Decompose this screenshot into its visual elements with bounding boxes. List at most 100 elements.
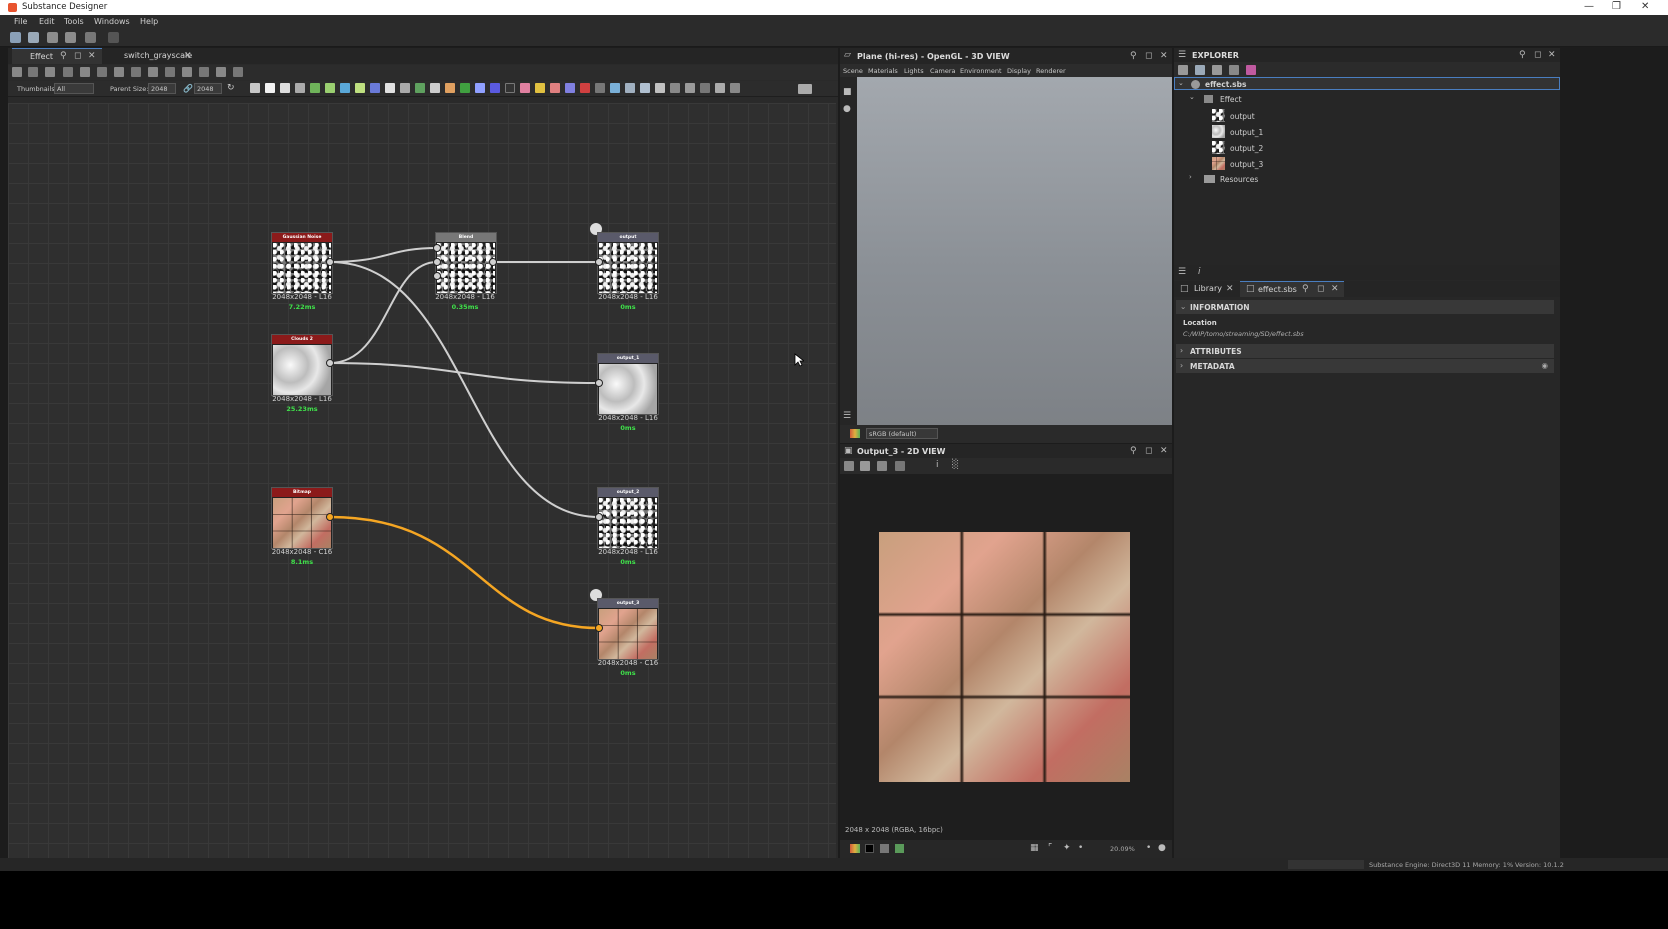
move-icon[interactable] xyxy=(28,67,38,77)
restore-icon[interactable]: ❐ xyxy=(1612,1,1621,12)
section-metadata[interactable]: › METADATA ◉ xyxy=(1176,359,1554,373)
tree-package-row[interactable]: ⌄ effect.sbs xyxy=(1174,77,1560,90)
grid-toggle-icon[interactable]: ▦ xyxy=(1030,843,1039,853)
link-icon[interactable] xyxy=(148,67,158,77)
directional-icon[interactable] xyxy=(595,83,605,93)
chevron-down-icon[interactable]: ⌄ xyxy=(1189,93,1195,101)
thumbnails-select[interactable]: All xyxy=(54,83,94,94)
input-port[interactable] xyxy=(433,272,441,280)
tree-output-row[interactable]: output xyxy=(1174,108,1560,123)
fit-icon[interactable] xyxy=(216,67,226,77)
blend-icon[interactable] xyxy=(295,83,305,93)
align-icon[interactable] xyxy=(97,67,107,77)
menu-edit[interactable]: Edit xyxy=(39,17,55,26)
histogram-icon[interactable]: ░ xyxy=(952,460,959,470)
blur-icon[interactable] xyxy=(445,83,455,93)
tiling-icon[interactable] xyxy=(895,461,905,471)
warp-icon[interactable] xyxy=(460,83,470,93)
pin-icon[interactable]: ⚲ xyxy=(1130,446,1137,456)
3d-viewport[interactable] xyxy=(857,77,1172,425)
save-image-icon[interactable] xyxy=(860,461,870,471)
switch-node-icon[interactable] xyxy=(655,83,665,93)
node-gaussian-noise[interactable]: Gaussian Noise xyxy=(271,232,333,294)
tab-close-icon[interactable]: ✕ xyxy=(1331,284,1339,294)
zoom-level[interactable]: 20.09% xyxy=(1110,845,1135,853)
fxmap-icon[interactable] xyxy=(490,83,500,93)
menu-camera[interactable]: Camera xyxy=(930,67,956,75)
redo-icon[interactable] xyxy=(108,32,119,43)
copy-icon[interactable] xyxy=(877,461,887,471)
minimize-icon[interactable]: — xyxy=(1584,1,1594,12)
export-icon[interactable] xyxy=(1212,65,1222,75)
uv-icon[interactable]: ⌜ xyxy=(1048,843,1052,853)
open-icon[interactable] xyxy=(47,32,58,43)
chevron-right-icon[interactable]: › xyxy=(1189,173,1192,181)
channels-icon[interactable] xyxy=(895,844,904,853)
transform-icon[interactable] xyxy=(340,83,350,93)
colorspace-select[interactable]: sRGB (default) xyxy=(866,428,938,439)
node-output[interactable]: output xyxy=(597,232,659,294)
input-port[interactable] xyxy=(433,244,441,252)
add-metadata-icon[interactable]: ◉ xyxy=(1541,361,1548,370)
emboss-icon[interactable] xyxy=(475,83,485,93)
dot-node-icon[interactable] xyxy=(715,83,725,93)
pin-icon[interactable]: ⚲ xyxy=(1302,284,1309,294)
svg-icon[interactable] xyxy=(280,83,290,93)
output-node-icon[interactable] xyxy=(610,83,620,93)
float-icon[interactable]: ◻ xyxy=(74,51,81,61)
add-resource-icon[interactable] xyxy=(1246,65,1256,75)
zoom-out-icon[interactable]: • xyxy=(1078,843,1083,853)
background-gray-icon[interactable] xyxy=(880,844,889,853)
wire-gaussian-blend[interactable] xyxy=(329,247,438,263)
value-node-icon[interactable] xyxy=(640,83,650,93)
input-node-icon[interactable] xyxy=(625,83,635,93)
background-black-icon[interactable] xyxy=(865,844,874,853)
tab-close-icon[interactable]: ✕ xyxy=(184,51,192,61)
node-clouds-2[interactable]: Clouds 2 xyxy=(271,334,333,396)
chevron-down-icon[interactable]: ⌄ xyxy=(1178,79,1184,87)
info-icon[interactable] xyxy=(63,67,73,77)
output-port[interactable] xyxy=(326,359,334,367)
new-graph-icon[interactable] xyxy=(28,32,39,43)
table-icon[interactable] xyxy=(131,67,141,77)
graph-canvas[interactable]: Gaussian Noise 2048x2048 - L16 7.22ms Cl… xyxy=(8,103,836,910)
node-blend[interactable]: Blend xyxy=(435,232,497,294)
node-output-2[interactable]: output_2 xyxy=(597,487,659,549)
snapshot-icon[interactable] xyxy=(45,67,55,77)
curve-icon[interactable] xyxy=(310,83,320,93)
input-port[interactable] xyxy=(595,624,603,632)
float-icon[interactable]: ◻ xyxy=(1534,50,1541,60)
levels-icon[interactable] xyxy=(325,83,335,93)
output-port[interactable] xyxy=(326,513,334,521)
pin-icon[interactable]: ⚲ xyxy=(1519,50,1526,60)
tree-output-row[interactable]: output_3 xyxy=(1174,156,1560,171)
pan-icon[interactable]: ✦ xyxy=(1063,843,1071,853)
menu-display[interactable]: Display xyxy=(1007,67,1031,75)
float-icon[interactable]: ◻ xyxy=(1317,284,1324,294)
hierarchy-icon[interactable]: ☰ xyxy=(1178,267,1186,277)
menu-windows[interactable]: Windows xyxy=(94,17,130,26)
zoom-icon[interactable] xyxy=(80,67,90,77)
shape-icon[interactable] xyxy=(535,83,545,93)
settings-icon[interactable]: ☰ xyxy=(843,411,851,421)
tree-output-row[interactable]: output_1 xyxy=(1174,124,1560,139)
reload-icon[interactable] xyxy=(1229,65,1239,75)
fit-view-icon[interactable] xyxy=(844,461,854,471)
pin-icon[interactable]: ⚲ xyxy=(60,51,67,61)
float-icon[interactable]: ◻ xyxy=(1145,446,1152,456)
tile-icon[interactable] xyxy=(565,83,575,93)
pin-icon[interactable]: ⚲ xyxy=(1130,51,1137,61)
tree-graph-row[interactable]: ⌄ Effect xyxy=(1174,92,1560,106)
hsl-icon[interactable] xyxy=(370,83,380,93)
uniform-color-icon[interactable] xyxy=(250,83,260,93)
save-icon[interactable] xyxy=(65,32,76,43)
input-port[interactable] xyxy=(595,379,603,387)
save-package-icon[interactable] xyxy=(1178,65,1188,75)
info-icon[interactable]: i xyxy=(936,460,939,470)
tools-icon[interactable] xyxy=(199,67,209,77)
output-port[interactable] xyxy=(326,258,334,266)
close-icon[interactable]: ✕ xyxy=(1548,50,1556,60)
sharpen-icon[interactable] xyxy=(430,83,440,93)
dissolve-icon[interactable] xyxy=(580,83,590,93)
lock-icon[interactable]: ● xyxy=(1158,843,1166,853)
